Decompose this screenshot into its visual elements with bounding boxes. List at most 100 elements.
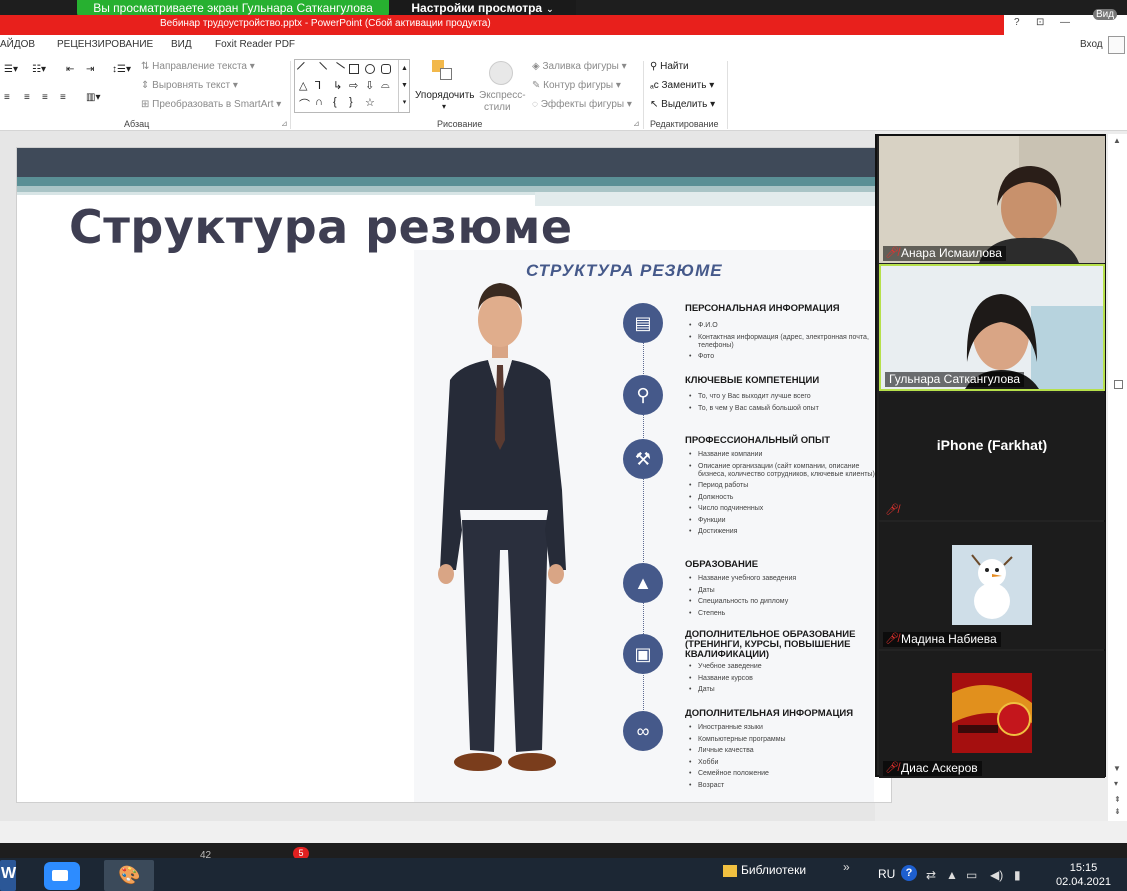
- curve-line-icon[interactable]: ⌒: [299, 98, 310, 111]
- zoom-view-button[interactable]: Вид: [1093, 9, 1118, 20]
- line-shape-icon[interactable]: [296, 61, 312, 77]
- list-item: Иностранные языки: [685, 724, 875, 732]
- toolbar-expand-icon[interactable]: »: [843, 860, 850, 874]
- next-slide-icon[interactable]: ⇟: [1114, 807, 1121, 816]
- decrease-indent-icon[interactable]: ⇤: [66, 64, 74, 75]
- ppt-title-red-area: [0, 15, 1004, 35]
- shapes-scroll[interactable]: ▲ ▼ ▾: [398, 60, 410, 112]
- gallery-scrollbar[interactable]: ▲ ▼: [1108, 134, 1127, 777]
- shape-fill-button[interactable]: ◈ Заливка фигуры ▾: [532, 61, 627, 72]
- align-left-icon[interactable]: ≡: [4, 92, 10, 103]
- participant-tile-active-speaker[interactable]: Гульнара Саткангулова: [879, 264, 1105, 391]
- show-hidden-icons[interactable]: ▲: [946, 868, 958, 882]
- scroll-thumb[interactable]: [1114, 380, 1123, 389]
- previous-slide-icon[interactable]: ⇞: [1114, 795, 1121, 804]
- find-button[interactable]: ⚲ Найти: [650, 61, 689, 72]
- shape-outline-button[interactable]: ✎ Контур фигуры ▾: [532, 80, 621, 91]
- scroll-down-icon[interactable]: ▾: [1114, 779, 1118, 788]
- word-app-icon[interactable]: W: [0, 860, 16, 891]
- replace-button[interactable]: ₐc Заменить ▾: [650, 80, 714, 91]
- ribbon-display-icon[interactable]: ⊡: [1036, 17, 1044, 28]
- curve-shape-icon[interactable]: ⌓: [381, 79, 391, 91]
- elbow-arrow-icon[interactable]: ↳: [333, 80, 343, 92]
- libraries-toolbar[interactable]: Библиотеки: [741, 863, 806, 877]
- down-arrow-shape-icon[interactable]: ⇩: [365, 80, 375, 92]
- rounded-rect-shape-icon[interactable]: [381, 64, 391, 74]
- volume-icon[interactable]: ◀): [990, 868, 1003, 882]
- participant-tile[interactable]: 🎤︎̸ Диас Аскеров: [879, 651, 1105, 778]
- elbow-connector-icon[interactable]: ⅂: [315, 80, 325, 92]
- help-icon[interactable]: ?: [901, 865, 917, 881]
- quick-styles-icon[interactable]: [489, 61, 513, 85]
- participant-tile[interactable]: 🎤︎̸ Анара Исмаилова: [879, 136, 1105, 263]
- folder-icon: [723, 865, 737, 877]
- line-spacing-icon[interactable]: ↕☰▾: [112, 64, 131, 75]
- columns-icon[interactable]: ▥▾: [86, 92, 100, 103]
- list-item: Название компании: [685, 451, 875, 459]
- numbering-icon[interactable]: ☷▾: [32, 64, 46, 75]
- text-direction-button[interactable]: ⇅ Направление текста ▾: [141, 61, 255, 72]
- participant-name: Гульнара Саткангулова: [889, 372, 1021, 386]
- increase-indent-icon[interactable]: ⇥: [86, 64, 94, 75]
- mic-muted-icon: 🎤︎̸: [885, 762, 899, 774]
- slide-scrollbar[interactable]: ▾ ⇞ ⇟: [1108, 777, 1127, 821]
- participant-tile[interactable]: iPhone (Farkhat) 🎤︎̸: [879, 393, 1105, 520]
- justify-icon[interactable]: ≡: [60, 92, 66, 103]
- bullets-icon[interactable]: ☰▾: [4, 64, 18, 75]
- align-text-button[interactable]: ⇕ Выровнять текст ▾: [141, 80, 238, 91]
- arrange-button[interactable]: Упорядочить: [415, 90, 475, 101]
- align-right-icon[interactable]: ≡: [42, 92, 48, 103]
- select-button[interactable]: ↖ Выделить ▾: [650, 99, 715, 110]
- oval-shape-icon[interactable]: [365, 64, 375, 74]
- paragraph-dialog-launcher-icon[interactable]: ⊿: [281, 119, 288, 128]
- tab-view[interactable]: ВИД: [171, 39, 192, 50]
- tab-review[interactable]: РЕЦЕНЗИРОВАНИЕ: [57, 39, 153, 50]
- participant-name-tag: 🎤︎̸ Мадина Набиева: [883, 632, 1001, 647]
- convert-smartart-button[interactable]: ⊞ Преобразовать в SmartArt ▾: [141, 99, 281, 110]
- scroll-down-icon[interactable]: ▼: [1113, 764, 1121, 773]
- tab-foxit[interactable]: Foxit Reader PDF: [215, 39, 295, 50]
- text-direction-label: Направление текста: [152, 61, 247, 72]
- brace-left-icon[interactable]: {: [333, 96, 343, 108]
- arrange-icon[interactable]: [432, 60, 454, 82]
- line-shape-icon[interactable]: [312, 61, 328, 77]
- arrow-shape-icon[interactable]: [331, 62, 345, 76]
- brace-right-icon[interactable]: }: [349, 96, 359, 108]
- shapes-gallery[interactable]: △ ⅂ ↳ ⇨ ⇩ ⌓ ⌒ ∩ { } ☆ ▲ ▼ ▾: [294, 59, 410, 113]
- arrange-dropdown-icon[interactable]: ▾: [442, 102, 446, 111]
- participant-video: [881, 266, 1103, 389]
- clock-time: 15:15: [1069, 862, 1098, 874]
- drawing-dialog-launcher-icon[interactable]: ⊿: [633, 119, 640, 128]
- shape-effects-button[interactable]: ◌ Эффекты фигуры ▾: [532, 99, 632, 110]
- participant-name-tag: 🎤︎̸ Диас Аскеров: [883, 761, 982, 776]
- rectangle-shape-icon[interactable]: [349, 64, 359, 74]
- system-clock[interactable]: 15:15 02.04.2021: [1040, 861, 1127, 891]
- monitor-icon[interactable]: ▭: [966, 868, 977, 882]
- right-arrow-shape-icon[interactable]: ⇨: [349, 80, 359, 92]
- star-shape-icon[interactable]: ☆: [365, 97, 375, 109]
- network-icon[interactable]: ⇄: [926, 868, 936, 882]
- paint-app-icon[interactable]: 🎨: [104, 860, 154, 891]
- avatar[interactable]: [1108, 36, 1125, 54]
- help-icon[interactable]: ?: [1014, 17, 1020, 28]
- participant-name: Анара Исмаилова: [901, 246, 1002, 260]
- scroll-up-icon[interactable]: ▲: [1113, 136, 1121, 145]
- quick-styles-button[interactable]: Экспресс-: [479, 90, 526, 101]
- minimize-icon[interactable]: —: [1060, 17, 1070, 28]
- zoom-app-icon[interactable]: [44, 862, 80, 890]
- tab-slideshow[interactable]: АЙДОВ: [0, 39, 35, 50]
- quick-styles-label-2: стили: [484, 102, 511, 113]
- ppt-title-bar: Вебинар трудоустройство.pptx - PowerPoin…: [0, 15, 1127, 35]
- list-item: То, что у Вас выходит лучше всего: [685, 393, 875, 401]
- language-indicator[interactable]: RU: [878, 867, 895, 881]
- list-item: Даты: [685, 587, 875, 595]
- align-center-icon[interactable]: ≡: [24, 92, 30, 103]
- participant-tile[interactable]: 🎤︎̸ Мадина Набиева: [879, 522, 1105, 649]
- triangle-shape-icon[interactable]: △: [299, 80, 309, 92]
- battery-icon[interactable]: ▮: [1014, 868, 1021, 882]
- sign-in-link[interactable]: Вход: [1080, 39, 1103, 50]
- freeform-icon[interactable]: ∩: [315, 96, 325, 108]
- list-item: Функции: [685, 517, 875, 525]
- section-list: Название учебного заведения Даты Специал…: [685, 575, 875, 621]
- section-list: Название компании Описание организации (…: [685, 451, 875, 540]
